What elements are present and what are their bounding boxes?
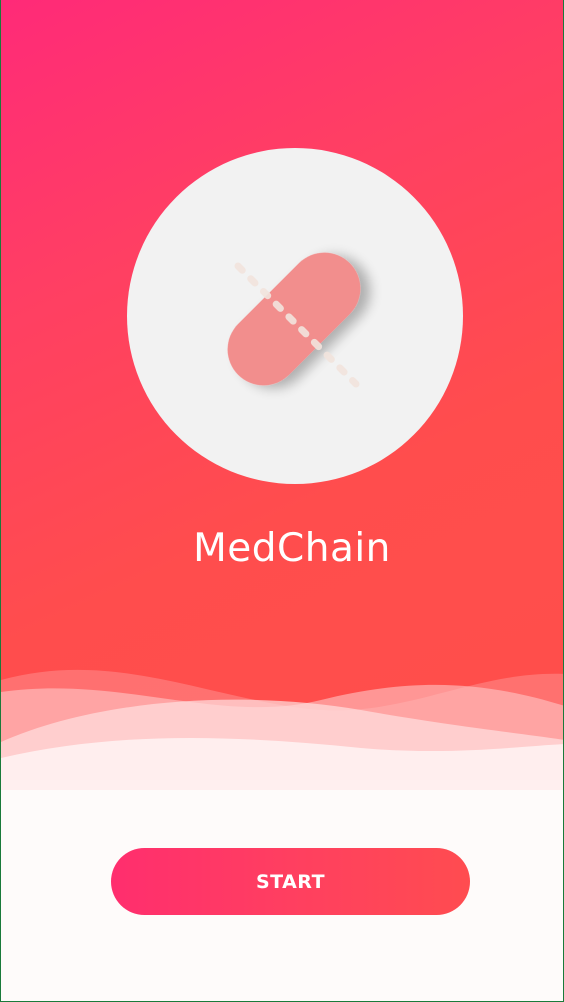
pill-icon [227,252,361,388]
logo-circle [127,148,463,484]
wave-decoration [1,669,563,1001]
app-title: MedChain [193,526,391,571]
splash-screen: MedChain START [0,0,564,1002]
start-button[interactable]: START [111,848,470,915]
start-button-label: START [255,870,326,893]
